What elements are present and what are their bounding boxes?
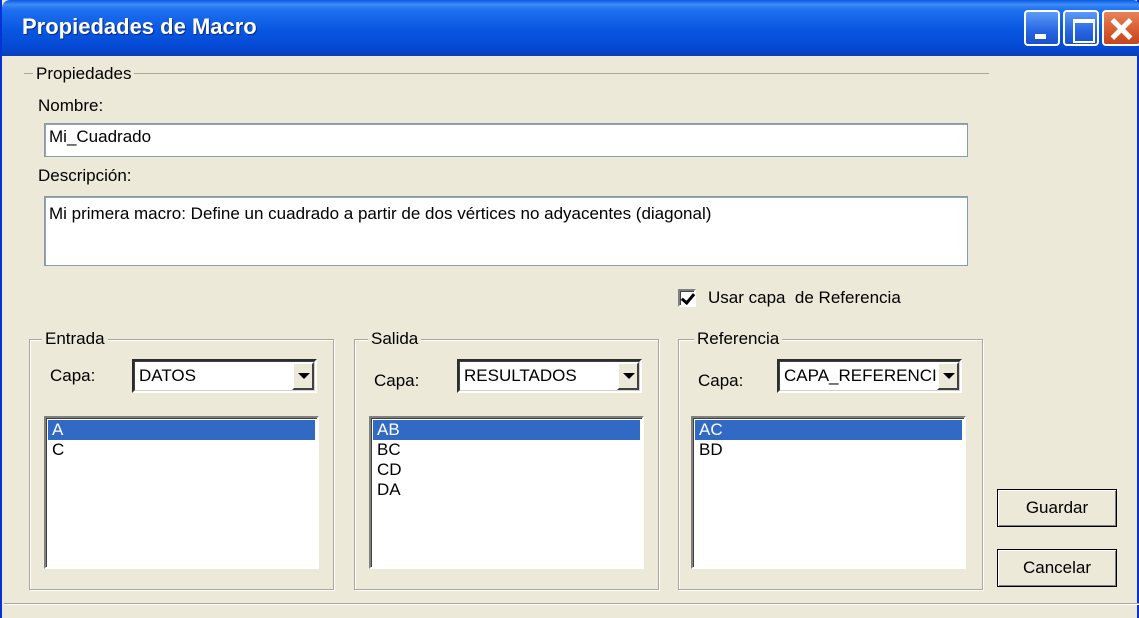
salida-list[interactable]: AB BC CD DA [369, 416, 644, 569]
window-title: Propiedades de Macro [22, 14, 257, 39]
minimize-icon[interactable] [1024, 10, 1060, 46]
list-item[interactable]: CD [373, 460, 640, 480]
list-item[interactable]: AC [695, 420, 962, 440]
macro-properties-window: Propiedades de Macro Propiedades Nombre:… [0, 0, 1139, 618]
salida-layer-select[interactable]: RESULTADOS [457, 359, 642, 393]
referencia-layer-label: Capa: [698, 371, 744, 390]
chevron-down-icon[interactable] [292, 362, 314, 390]
referencia-layer-value: CAPA_REFERENCIA [784, 366, 936, 385]
list-item[interactable]: DA [373, 480, 640, 500]
title-bar[interactable]: Propiedades de Macro [2, 0, 1139, 56]
entrada-list[interactable]: A C [44, 416, 319, 569]
list-item[interactable]: BC [373, 440, 640, 460]
list-item[interactable]: A [48, 420, 315, 440]
chevron-down-icon[interactable] [617, 362, 639, 390]
name-field[interactable]: Mi_Cuadrado [44, 123, 968, 157]
cancel-button[interactable]: Cancelar [997, 549, 1117, 587]
referencia-layer-select[interactable]: CAPA_REFERENCIA [777, 359, 962, 393]
list-item[interactable]: AB [373, 420, 640, 440]
name-label: Nombre: [38, 96, 104, 115]
entrada-layer-label: Capa: [50, 366, 96, 385]
referencia-group-label: Referencia [694, 329, 783, 349]
salida-group-label: Salida [368, 329, 422, 349]
save-button[interactable]: Guardar [997, 489, 1117, 527]
description-field[interactable]: Mi primera macro: Define un cuadrado a p… [44, 196, 968, 266]
salida-layer-label: Capa: [374, 371, 420, 390]
use-reference-label[interactable]: Usar capa de Referencia [708, 288, 901, 308]
list-item[interactable]: BD [695, 440, 962, 460]
entrada-group-label: Entrada [42, 329, 108, 349]
use-reference-checkbox[interactable] [678, 289, 696, 307]
entrada-layer-select[interactable]: DATOS [132, 359, 317, 393]
list-item[interactable]: C [48, 440, 315, 460]
description-label: Descripción: [38, 166, 132, 185]
close-icon[interactable] [1102, 10, 1139, 46]
chevron-down-icon[interactable] [937, 362, 959, 390]
maximize-icon[interactable] [1063, 10, 1099, 46]
divider [4, 603, 1139, 604]
entrada-layer-value: DATOS [139, 366, 196, 385]
referencia-list[interactable]: AC BD [691, 416, 966, 569]
salida-layer-value: RESULTADOS [464, 366, 577, 385]
properties-group-label: Propiedades [33, 64, 135, 84]
